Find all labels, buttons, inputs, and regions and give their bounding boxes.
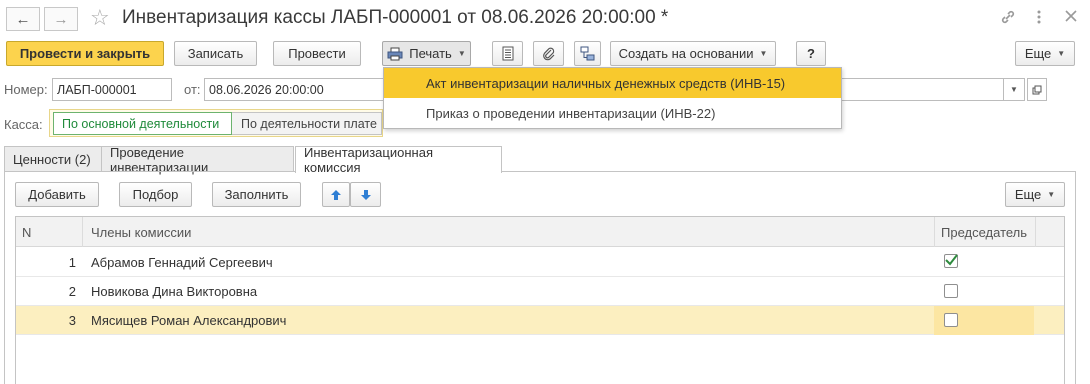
more-vertical-icon[interactable]	[1036, 9, 1042, 30]
post-and-close-button[interactable]: Провести и закрыть	[6, 41, 164, 66]
print-menu: Акт инвентаризации наличных денежных сре…	[383, 67, 842, 129]
post-label: Провести	[288, 46, 346, 61]
forward-button[interactable]: →	[44, 7, 78, 31]
close-icon[interactable]	[1064, 9, 1078, 28]
chairman-checkbox[interactable]	[944, 254, 958, 268]
fill-label: Заполнить	[224, 187, 289, 202]
column-header-members-label: Члены комиссии	[91, 224, 192, 240]
cash-label: Касса:	[4, 117, 43, 132]
row-number: 1	[68, 255, 76, 270]
report-button[interactable]	[492, 41, 523, 66]
commission-more-button[interactable]: Еще ▼	[1005, 182, 1065, 207]
chevron-down-icon: ▼	[1010, 85, 1018, 94]
structure-icon	[580, 46, 595, 61]
tab-inventory-conduct-label: Проведение инвентаризации	[110, 144, 209, 175]
table-row[interactable]: 1 Абрамов Геннадий Сергеевич	[16, 248, 1064, 277]
pick-label: Подбор	[132, 187, 179, 202]
chairman-checkbox[interactable]	[944, 284, 958, 298]
chevron-down-icon: ▼	[759, 49, 768, 58]
row-number: 2	[68, 284, 76, 299]
organization-dropdown-button[interactable]: ▼	[1003, 78, 1025, 101]
help-label: ?	[807, 46, 815, 61]
chevron-down-icon: ▼	[457, 49, 466, 58]
tab-commission-label: Инвентаризационная комиссия	[304, 145, 433, 175]
organization-open-button[interactable]	[1027, 78, 1047, 101]
column-header-n[interactable]: N	[16, 217, 83, 247]
date-value: 08.06.2026 20:00:00	[209, 82, 324, 97]
more-button[interactable]: Еще ▼	[1015, 41, 1075, 66]
paperclip-icon	[542, 47, 554, 61]
column-header-members[interactable]: Члены комиссии	[83, 217, 935, 247]
table-header: N Члены комиссии Председатель	[16, 217, 1064, 247]
post-button[interactable]: Провести	[273, 41, 361, 66]
printer-icon	[387, 47, 403, 60]
date-field[interactable]: 08.06.2026 20:00:00	[204, 78, 384, 101]
more-label: Еще	[1024, 46, 1052, 61]
star-icon[interactable]: ☆	[90, 6, 110, 30]
member-name: Абрамов Геннадий Сергеевич	[91, 255, 273, 270]
open-icon	[1032, 85, 1042, 94]
cash-option-paid-label: По деятельности плате	[241, 116, 377, 131]
structure-button[interactable]	[574, 41, 601, 66]
create-based-on-button[interactable]: Создать на основании ▼	[610, 41, 776, 66]
write-label: Записать	[187, 46, 244, 61]
back-button[interactable]: ←	[6, 7, 40, 31]
cash-option-main-label: По основной деятельности	[62, 116, 220, 131]
print-menu-item-inv15-label: Акт инвентаризации наличных денежных сре…	[426, 75, 786, 91]
add-label: Добавить	[28, 187, 86, 202]
member-name: Новикова Дина Викторовна	[91, 284, 258, 299]
chairman-checkbox[interactable]	[944, 313, 958, 327]
print-menu-item-inv22[interactable]: Приказ о проведении инвентаризации (ИНВ-…	[384, 98, 841, 128]
move-down-button[interactable]	[350, 182, 381, 207]
back-arrow-icon: ←	[15, 10, 31, 28]
organization-field[interactable]	[842, 78, 1004, 101]
print-button[interactable]: Печать ▼	[382, 41, 471, 66]
chevron-down-icon: ▼	[1057, 49, 1066, 58]
write-button[interactable]: Записать	[174, 41, 257, 66]
window-title: Инвентаризация кассы ЛАБП-000001 от 08.0…	[122, 7, 669, 28]
arrow-up-icon	[331, 189, 341, 200]
column-header-chairman[interactable]: Председатель	[935, 217, 1036, 247]
print-label: Печать	[409, 46, 452, 61]
tab-commission[interactable]: Инвентаризационная комиссия	[295, 145, 502, 175]
forward-arrow-icon: →	[53, 10, 69, 28]
print-menu-item-inv15[interactable]: Акт инвентаризации наличных денежных сре…	[384, 68, 841, 98]
number-value: ЛАБП-000001	[57, 82, 137, 97]
checkmark-icon	[945, 254, 958, 266]
row-number: 3	[68, 313, 76, 328]
chevron-down-icon: ▼	[1047, 190, 1056, 199]
fill-button[interactable]: Заполнить	[212, 182, 301, 207]
arrow-down-icon	[360, 189, 371, 200]
number-label: Номер:	[4, 82, 48, 97]
number-field[interactable]: ЛАБП-000001	[52, 78, 172, 101]
add-button[interactable]: Добавить	[15, 182, 99, 207]
tab-valuables-label: Ценности (2)	[13, 152, 91, 167]
column-header-chairman-label: Председатель	[941, 224, 1028, 240]
date-label: от:	[184, 82, 201, 97]
report-icon	[502, 46, 513, 61]
member-name: Мясищев Роман Александрович	[91, 313, 287, 328]
print-menu-item-inv22-label: Приказ о проведении инвентаризации (ИНВ-…	[426, 105, 716, 121]
cash-option-main[interactable]: По основной деятельности	[53, 112, 232, 135]
link-icon[interactable]	[1000, 9, 1016, 30]
move-up-button[interactable]	[322, 182, 350, 207]
pick-button[interactable]: Подбор	[119, 182, 192, 207]
table-row[interactable]: 2 Новикова Дина Викторовна	[16, 277, 1064, 306]
tab-valuables[interactable]: Ценности (2)	[4, 146, 102, 172]
create-based-on-label: Создать на основании	[618, 46, 754, 61]
attach-button[interactable]	[533, 41, 564, 66]
tab-inventory-conduct[interactable]: Проведение инвентаризации	[102, 144, 294, 175]
commission-more-label: Еще	[1014, 187, 1042, 202]
commission-table: N Члены комиссии Председатель 1 Абрамов …	[15, 216, 1065, 384]
table-row[interactable]: 3 Мясищев Роман Александрович	[16, 306, 1064, 335]
post-and-close-label: Провести и закрыть	[19, 46, 151, 61]
column-header-n-label: N	[22, 224, 32, 240]
help-button[interactable]: ?	[796, 41, 826, 66]
cash-option-paid[interactable]: По деятельности плате	[232, 112, 382, 135]
